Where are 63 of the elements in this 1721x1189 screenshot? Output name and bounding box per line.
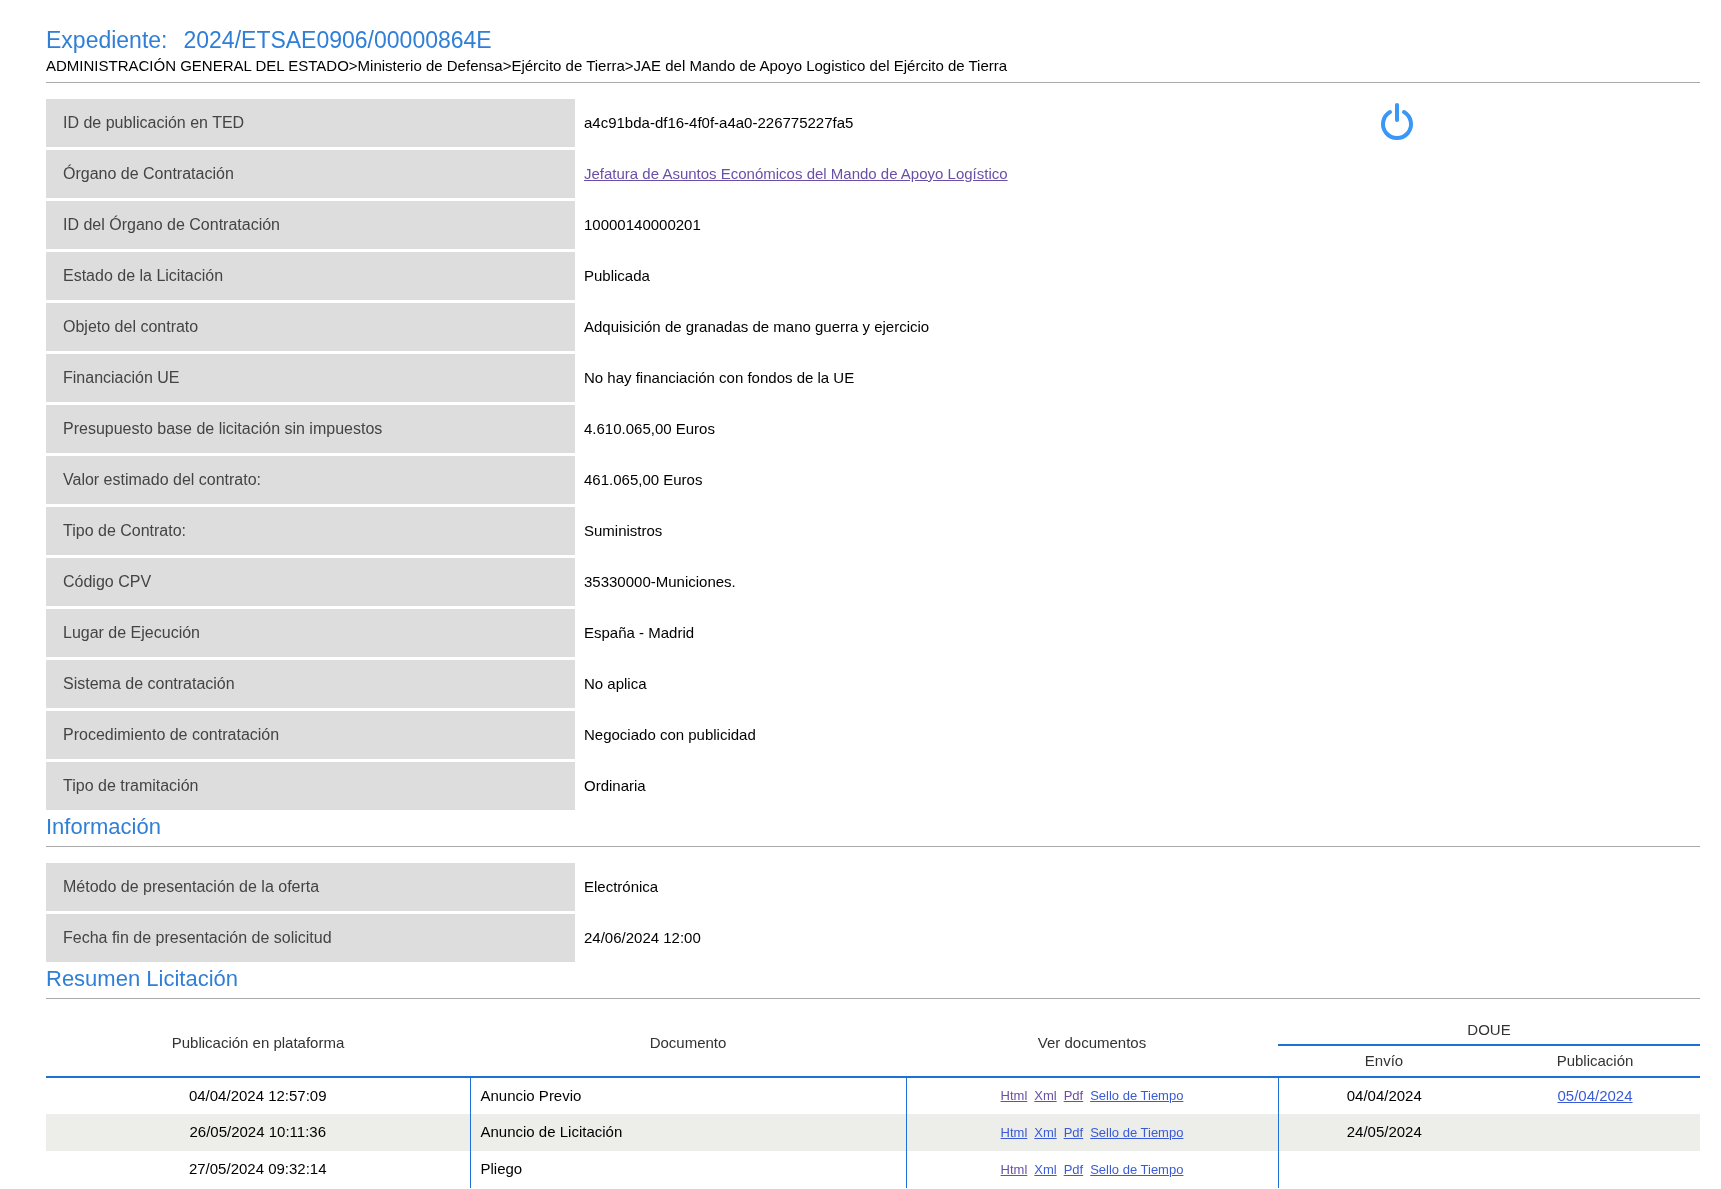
field-label: Órgano de Contratación (46, 150, 575, 198)
field-label: ID del Órgano de Contratación (46, 201, 575, 249)
field-label: Lugar de Ejecución (46, 609, 575, 657)
column-header: Envío (1278, 1045, 1490, 1077)
column-header: Ver documentos (906, 1011, 1278, 1077)
field-value: Electrónica (584, 876, 659, 897)
document-link[interactable]: Pdf (1063, 1086, 1084, 1106)
field-label: Estado de la Licitación (46, 252, 575, 300)
document-link[interactable]: Xml (1034, 1122, 1057, 1143)
field-label: Código CPV (46, 558, 575, 606)
column-header: Publicación (1490, 1045, 1700, 1077)
field-label: ID de publicación en TED (46, 99, 575, 147)
document-link[interactable]: Html (1000, 1086, 1028, 1106)
document-link[interactable]: Pdf (1063, 1159, 1084, 1180)
section-title: Información (46, 813, 162, 841)
field-value: Ordinaria (584, 775, 646, 796)
field-value: 4.610.065,00 Euros (584, 418, 715, 439)
table-cell: Anuncio de Licitación (470, 1114, 906, 1151)
column-header: Documento (470, 1011, 906, 1077)
document-link[interactable]: Sello de Tiempo (1090, 1086, 1184, 1106)
header-label: Expediente: (46, 26, 168, 55)
field-value: 24/06/2024 12:00 (584, 927, 701, 948)
section-title: Resumen Licitación (46, 965, 239, 993)
field-label: Tipo de Contrato: (46, 507, 575, 555)
document-link[interactable]: Sello de Tiempo (1090, 1122, 1184, 1143)
field-value: Adquisición de granadas de mano guerra y ejercicio (584, 316, 930, 337)
field-value: a4c91bda-df16-4f0f-a4a0-226775227fa5 (584, 112, 854, 133)
field-label: Tipo de tramitación (46, 762, 575, 810)
field-value: Negociado con publicidad (584, 724, 756, 745)
field-label: Valor estimado del contrato: (46, 456, 575, 504)
file-number: 2024/ETSAE0906/00000864E (183, 26, 492, 55)
document-link[interactable]: Pdf (1063, 1122, 1084, 1143)
field-label: Financiación UE (46, 354, 575, 402)
breadcrumb: ADMINISTRACIÓN GENERAL DEL ESTADO>Ministerio de Defensa>Ejército de Tierra>JAE del Mando de Apoyo Logistico del Ejército de Tierra (46, 56, 1009, 76)
table-cell: 04/04/2024 12:57:09 (46, 1077, 470, 1114)
field-label: Presupuesto base de licitación sin impuestos (46, 405, 575, 453)
table-cell: Pliego (470, 1151, 906, 1188)
document-link[interactable]: Html (1000, 1159, 1028, 1180)
document-link[interactable]: Html (1000, 1122, 1028, 1143)
table-cell: 24/05/2024 (1278, 1114, 1490, 1151)
field-value: Suministros (584, 520, 663, 541)
field-value: 10000140000201 (584, 214, 701, 235)
date-link[interactable]: 05/04/2024 (1557, 1086, 1633, 1104)
document-link[interactable]: Xml (1034, 1086, 1057, 1106)
field-value: 461.065,00 Euros (584, 469, 703, 490)
field-label: Fecha fin de presentación de solicitud (46, 914, 575, 962)
document-link[interactable]: Xml (1034, 1159, 1057, 1180)
field-label: Objeto del contrato (46, 303, 575, 351)
field-value: No aplica (584, 673, 647, 694)
field-label: Procedimiento de contratación (46, 711, 575, 759)
column-header: DOUE (1278, 1011, 1700, 1045)
field-value: 35330000-Municiones. (584, 571, 736, 592)
power-icon[interactable] (1379, 103, 1415, 141)
table-cell: 27/05/2024 09:32:14 (46, 1151, 470, 1188)
column-header: Publicación en plataforma (46, 1011, 470, 1077)
field-value: España - Madrid (584, 622, 695, 643)
field-label: Sistema de contratación (46, 660, 575, 708)
field-value: No hay financiación con fondos de la UE (584, 367, 855, 388)
field-label: Método de presentación de la oferta (46, 863, 575, 911)
field-value: Publicada (584, 265, 650, 286)
document-link[interactable]: Sello de Tiempo (1090, 1159, 1184, 1180)
link[interactable]: Jefatura de Asuntos Económicos del Mando de Apoyo Logístico (584, 162, 1008, 186)
table-cell: 26/05/2024 10:11:36 (46, 1114, 470, 1151)
